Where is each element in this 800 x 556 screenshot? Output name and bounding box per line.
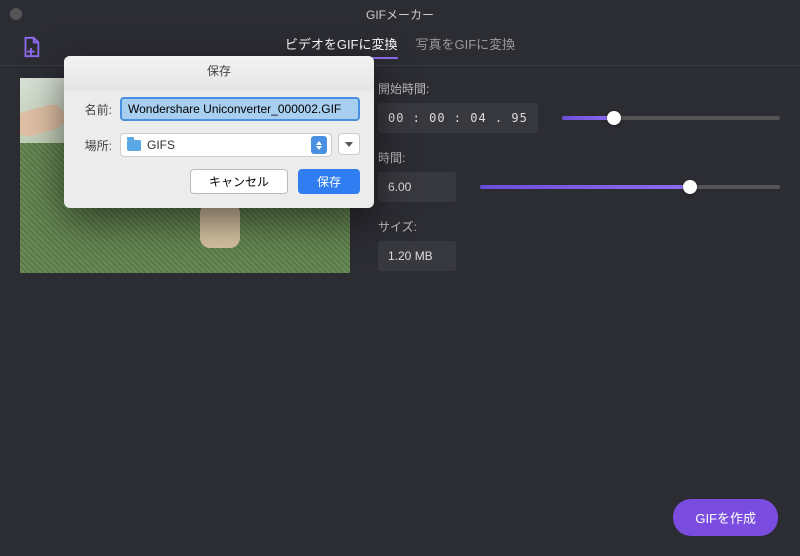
name-label: 名前:: [78, 101, 112, 118]
app-title: GIFメーカー: [366, 6, 434, 23]
create-gif-button[interactable]: GIFを作成: [673, 499, 778, 536]
location-select[interactable]: GIFS: [120, 133, 332, 157]
slider-thumb[interactable]: [683, 180, 697, 194]
size-label: サイズ:: [378, 218, 780, 235]
size-value: 1.20 MB: [378, 241, 456, 271]
chevron-down-icon: [345, 142, 353, 147]
duration-slider[interactable]: [480, 185, 780, 189]
tab-photo-to-gif[interactable]: 写真をGIFに変換: [416, 34, 516, 59]
duration-label: 時間:: [378, 149, 780, 166]
save-button[interactable]: 保存: [298, 169, 360, 194]
close-window-icon[interactable]: [10, 8, 22, 20]
save-dialog: 保存 名前: 場所: GIFS キャンセル 保存: [64, 56, 374, 208]
settings-panel: 開始時間: 00 : 00 : 04 . 95 時間: 6.00 サイズ: 1.…: [378, 78, 780, 273]
title-bar: GIFメーカー: [0, 0, 800, 28]
filename-input[interactable]: [120, 97, 360, 121]
dialog-title: 保存: [64, 56, 374, 91]
slider-thumb[interactable]: [607, 111, 621, 125]
start-time-slider[interactable]: [562, 116, 780, 120]
expand-browse-button[interactable]: [338, 133, 360, 155]
add-file-icon[interactable]: [20, 36, 42, 58]
folder-icon: [127, 140, 141, 151]
start-time-label: 開始時間:: [378, 80, 780, 97]
updown-icon: [311, 136, 327, 154]
cancel-button[interactable]: キャンセル: [190, 169, 288, 194]
start-time-value[interactable]: 00 : 00 : 04 . 95: [378, 103, 538, 133]
location-label: 場所:: [78, 137, 112, 154]
duration-value[interactable]: 6.00: [378, 172, 456, 202]
location-value: GIFS: [147, 138, 175, 152]
